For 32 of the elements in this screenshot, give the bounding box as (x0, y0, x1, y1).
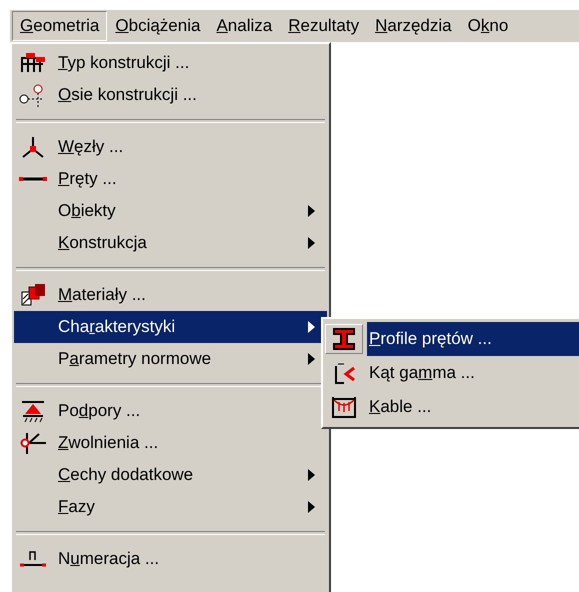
menu-item[interactable]: Fazy (14, 491, 327, 523)
menu-item[interactable]: Kable ... (325, 390, 579, 424)
bar-icon (18, 176, 48, 182)
menu-item[interactable]: Kąt gamma ... (325, 356, 579, 390)
numbering-icon (18, 551, 48, 567)
menu-item[interactable]: Osie konstrukcji ... (14, 79, 327, 111)
submenu-arrow-icon (308, 321, 315, 333)
submenu-arrow-icon (308, 237, 315, 249)
submenu-arrow-icon (308, 353, 315, 365)
submenu-arrow-icon (308, 205, 315, 217)
hinge-icon (18, 430, 48, 456)
cable-icon (329, 394, 359, 420)
menu-item[interactable]: Pręty ... (14, 163, 327, 195)
menu-title[interactable]: Obciążenia (107, 11, 208, 41)
menu-item[interactable]: Materiały ... (14, 279, 327, 311)
menu-title[interactable]: Geometria (12, 11, 108, 41)
submenu-arrow-icon (308, 469, 315, 481)
menu-item[interactable]: Parametry normowe (14, 343, 327, 375)
menu-item[interactable]: Obiekty (14, 195, 327, 227)
menu-title[interactable]: Analiza (208, 11, 280, 41)
menu-item[interactable]: Typ konstrukcji ... (14, 47, 327, 79)
menu-item[interactable]: Podpory ... (14, 395, 327, 427)
menu-item[interactable]: Charakterystyki (14, 311, 327, 343)
menu-title[interactable]: Rezultaty (280, 11, 368, 41)
menu-item[interactable]: Węzły ... (14, 131, 327, 163)
menu-title[interactable]: Narzędzia (367, 11, 460, 41)
submenu-arrow-icon (308, 501, 315, 513)
menu-title[interactable]: Okno (460, 11, 516, 41)
menu-item[interactable]: Numeracja ... (14, 543, 327, 575)
menu-item[interactable]: Zwolnienia ... (14, 427, 327, 459)
menu-item[interactable]: Konstrukcja (14, 227, 327, 259)
menu-item[interactable]: Cechy dodatkowe (14, 459, 327, 491)
